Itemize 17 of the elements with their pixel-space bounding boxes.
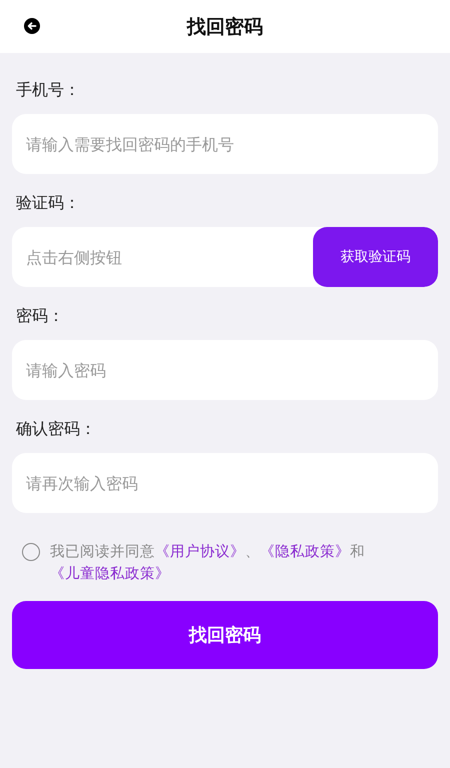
input-field[interactable]: 请输入需要找回密码的手机号 — [12, 114, 438, 174]
field-label: 确认密码： — [16, 418, 97, 440]
get-code-button[interactable]: 获取验证码 — [313, 227, 438, 287]
input-field[interactable]: 请再次输入密码 — [12, 453, 438, 513]
input-field[interactable]: 请输入密码 — [12, 340, 438, 400]
agree-checkbox[interactable] — [22, 543, 40, 561]
page-title: 找回密码 — [187, 14, 263, 40]
agreement-link[interactable]: 《隐私政策》 — [260, 544, 350, 560]
agreement-text: 我已阅读并同意《用户协议》、《隐私政策》和 《儿童隐私政策》 — [50, 542, 366, 584]
submit-button[interactable]: 找回密码 — [12, 601, 438, 669]
agreement-link[interactable]: 《用户协议》 — [155, 544, 245, 560]
back-button[interactable] — [24, 18, 40, 34]
input-field[interactable]: 点击右侧按钮 获取验证码 — [12, 227, 438, 287]
field-label: 密码： — [16, 305, 65, 327]
field-label: 验证码： — [16, 192, 81, 214]
field-label: 手机号： — [16, 79, 81, 101]
agreement-link[interactable]: 《儿童隐私政策》 — [50, 566, 170, 582]
